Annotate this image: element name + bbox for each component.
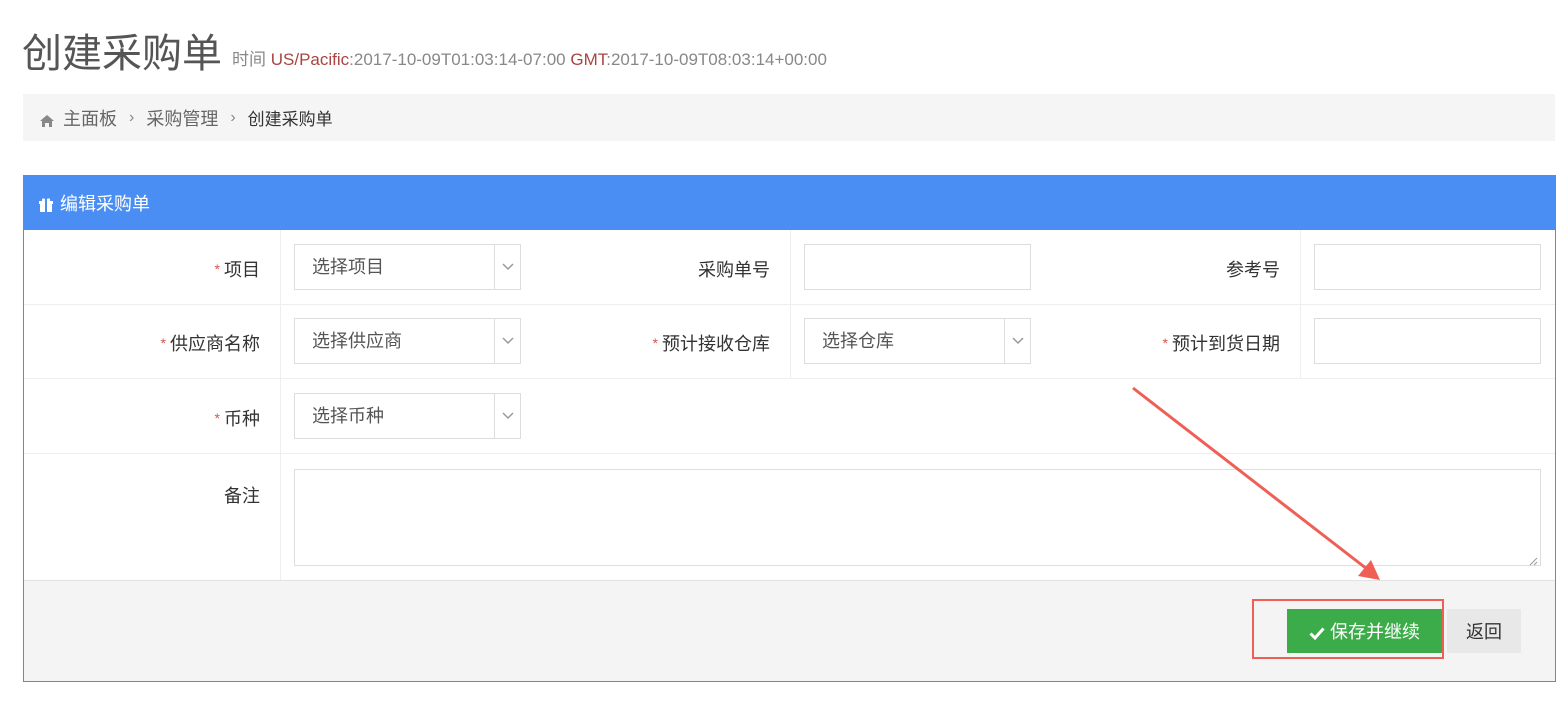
notes-label: 备注 [24,482,280,508]
notes-textarea[interactable] [294,469,1541,566]
form-row: * 供应商名称 选择供应商 * 预计接收仓库 选择仓库 * 预计到货日期 [24,305,1555,379]
warehouse-label: * 预计接收仓库 [534,330,790,356]
breadcrumb-current-page: 创建采购单 [247,110,333,129]
form-row: * 项目 选择项目 采购单号 参考号 [24,230,1555,305]
arrival-date-label: * 预计到货日期 [1044,330,1300,356]
timezone-gmt-label: GMT [570,50,607,69]
currency-label-text: 币种 [224,409,260,429]
supplier-label: * 供应商名称 [24,330,280,356]
timezone-gmt-value: :2017-10-09T08:03:14+00:00 [606,50,827,69]
chevron-down-icon [494,245,520,289]
warehouse-select[interactable]: 选择仓库 [804,318,1031,364]
panel-heading: 编辑采购单 [24,176,1555,230]
notes-label-text: 备注 [224,486,260,506]
subtitle-prefix: 时间 [232,50,266,69]
home-icon[interactable] [39,112,55,127]
gift-icon [38,196,54,212]
arrival-date-input[interactable] [1314,318,1541,364]
required-mark: * [1162,335,1168,351]
supplier-select[interactable]: 选择供应商 [294,318,521,364]
resize-grip-icon[interactable] [1528,553,1538,566]
chevron-down-icon [1004,319,1030,363]
timezone-us-pacific-value: :2017-10-09T01:03:14-07:00 [349,50,566,69]
breadcrumb: 主面板 › 采购管理 › 创建采购单 [23,94,1555,141]
form-row: 备注 [24,454,1555,580]
currency-label: * 币种 [24,405,280,431]
chevron-down-icon [494,319,520,363]
required-mark: * [160,335,166,351]
panel-heading-title: 编辑采购单 [60,194,150,214]
timezone-us-pacific-label: US/Pacific [270,50,350,69]
chevron-down-icon [494,394,520,438]
po-number-input[interactable] [804,244,1031,290]
page-title: 创建采购单 [22,32,222,76]
form-row: * 币种 选择币种 [24,379,1555,454]
reference-label: 参考号 [1044,256,1300,282]
project-label-text: 项目 [224,260,260,280]
supplier-select-value: 选择供应商 [312,331,402,351]
required-mark: * [214,261,220,277]
required-mark: * [652,335,658,351]
back-button[interactable]: 返回 [1447,609,1521,653]
po-number-label-text: 采购单号 [698,260,770,280]
project-select-value: 选择项目 [312,257,384,277]
breadcrumb-purchase-management-link[interactable]: 采购管理 [146,105,218,131]
warehouse-label-text: 预计接收仓库 [662,334,770,354]
breadcrumb-separator: › [129,108,135,126]
breadcrumb-dashboard-link[interactable]: 主面板 [63,105,117,131]
project-select[interactable]: 选择项目 [294,244,521,290]
project-label: * 项目 [24,256,280,282]
po-number-label: 采购单号 [534,256,790,282]
page-header: 创建采购单 时间 US/Pacific:2017-10-09T01:03:14-… [22,26,827,78]
currency-select-value: 选择币种 [312,406,384,426]
warehouse-select-value: 选择仓库 [822,331,894,351]
reference-input[interactable] [1314,244,1541,290]
reference-label-text: 参考号 [1226,260,1280,280]
arrival-date-label-text: 预计到货日期 [1172,334,1280,354]
breadcrumb-separator: › [230,108,236,126]
supplier-label-text: 供应商名称 [170,334,260,354]
required-mark: * [214,410,220,426]
currency-select[interactable]: 选择币种 [294,393,521,439]
page-subtitle: 时间 US/Pacific:2017-10-09T01:03:14-07:00 … [232,50,827,70]
annotation-highlight-box [1252,599,1444,659]
